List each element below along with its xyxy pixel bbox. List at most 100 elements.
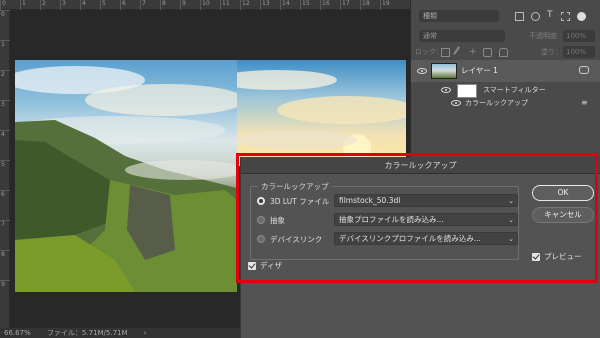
radio-abstract[interactable] bbox=[257, 216, 265, 224]
group-title: カラールックアップ bbox=[258, 181, 332, 192]
ruler-tick: 1 bbox=[0, 40, 10, 48]
visibility-eye-icon[interactable] bbox=[417, 68, 427, 74]
cancel-button[interactable]: キャンセル bbox=[532, 207, 594, 223]
ruler-tick: 3 bbox=[60, 0, 66, 10]
sky-illustration bbox=[237, 70, 406, 162]
filter-name[interactable]: カラールックアップ bbox=[465, 98, 528, 108]
device-link-select[interactable]: デバイスリンクプロファイルを読み込み... ⌄ bbox=[334, 232, 518, 245]
checkbox-checked-icon[interactable] bbox=[248, 262, 256, 270]
ruler-tick: 5 bbox=[0, 160, 10, 168]
dither-checkbox[interactable]: ディザ bbox=[248, 261, 282, 271]
filter-mask-thumbnail bbox=[457, 84, 477, 98]
option-device-link[interactable]: デバイスリンク bbox=[257, 232, 322, 246]
ruler-tick: 11 bbox=[220, 0, 230, 10]
filter-eye-icon[interactable] bbox=[451, 100, 461, 106]
zoom-level[interactable]: 66.67% bbox=[4, 329, 31, 337]
ruler-tick: 15 bbox=[300, 0, 310, 10]
lock-paint-icon[interactable] bbox=[453, 46, 466, 59]
ruler-tick: 12 bbox=[240, 0, 250, 10]
ruler-tick: 19 bbox=[380, 0, 390, 10]
lock-artboard-icon[interactable] bbox=[483, 48, 492, 57]
select-value: デバイスリンクプロファイルを読み込み... bbox=[339, 234, 481, 243]
ruler-tick: 6 bbox=[120, 0, 126, 10]
checkbox-checked-icon[interactable] bbox=[532, 253, 540, 261]
ruler-tick: 14 bbox=[280, 0, 290, 10]
select-value: 抽象プロファイルを読み込み... bbox=[339, 215, 444, 224]
status-bar: 66.67% ファイル：5.71M/5.71M › bbox=[0, 328, 240, 338]
option-3dlut[interactable]: 3D LUT ファイル bbox=[257, 194, 329, 208]
ruler-tick: 16 bbox=[320, 0, 330, 10]
filter-options-icon[interactable]: ≡ bbox=[581, 98, 588, 107]
chevron-down-icon: ⌄ bbox=[508, 216, 514, 224]
landscape-illustration bbox=[15, 66, 237, 292]
layer-name[interactable]: レイヤー 1 bbox=[461, 65, 498, 76]
file-size: ファイル：5.71M/5.71M bbox=[46, 329, 128, 337]
fill-field[interactable]: 100% bbox=[563, 46, 595, 58]
color-lookup-dialog: カラールックアップ カラールックアップ 3D LUT ファイル filmstoc… bbox=[240, 157, 600, 338]
filter-row[interactable]: カラールックアップ ≡ bbox=[411, 98, 600, 110]
chevron-down-icon: ⌄ bbox=[508, 235, 514, 243]
ruler-tick: 1 bbox=[20, 0, 26, 10]
ruler-tick: 7 bbox=[140, 0, 146, 10]
ruler-tick: 3 bbox=[0, 100, 10, 108]
option-abstract[interactable]: 抽象 bbox=[257, 213, 285, 227]
adjustment-filter-icon[interactable] bbox=[531, 12, 540, 21]
layer-thumbnail bbox=[431, 63, 457, 79]
select-value: filmstock_50.3dl bbox=[339, 196, 401, 205]
preview-checkbox[interactable]: プレビュー bbox=[532, 252, 582, 262]
top-ruler: 0 1 2 3 4 5 6 7 8 9 10 11 12 13 14 15 16… bbox=[0, 0, 410, 10]
ruler-tick: 6 bbox=[0, 190, 10, 198]
ruler-tick: 9 bbox=[0, 280, 10, 288]
ruler-tick: 18 bbox=[360, 0, 370, 10]
photo-sky-region bbox=[237, 60, 406, 166]
option-label: 3D LUT ファイル bbox=[270, 196, 330, 206]
blend-mode-select[interactable]: 通常 bbox=[419, 30, 505, 42]
ruler-tick: 2 bbox=[0, 70, 10, 78]
ruler-tick: 0 bbox=[0, 10, 10, 18]
opacity-field[interactable]: 100% bbox=[563, 30, 595, 42]
ruler-tick: 2 bbox=[40, 0, 46, 10]
lock-transparent-icon[interactable] bbox=[441, 48, 450, 57]
left-ruler: 0 1 2 3 4 5 6 7 8 9 bbox=[0, 10, 10, 328]
smart-filter-row[interactable]: スマートフィルター bbox=[411, 84, 600, 98]
ruler-tick: 10 bbox=[200, 0, 210, 10]
radio-device-link[interactable] bbox=[257, 235, 265, 243]
status-arrow[interactable]: › bbox=[144, 329, 147, 337]
layer-filter-kind[interactable]: 種類 bbox=[419, 10, 499, 22]
option-label: デバイスリンク bbox=[270, 234, 323, 244]
dither-label: ディザ bbox=[260, 261, 282, 270]
ok-button[interactable]: OK bbox=[532, 185, 594, 201]
preview-label: プレビュー bbox=[544, 252, 582, 261]
ruler-tick: 0 bbox=[0, 0, 6, 10]
layer-row[interactable]: レイヤー 1 bbox=[411, 60, 600, 82]
text-filter-icon[interactable]: T bbox=[547, 11, 556, 20]
smart-object-icon bbox=[579, 66, 589, 74]
lock-position-icon[interactable]: + bbox=[469, 48, 478, 57]
smart-filter-label: スマートフィルター bbox=[483, 86, 546, 94]
smart-filter-eye-icon[interactable] bbox=[441, 87, 451, 93]
ruler-tick: 4 bbox=[0, 130, 10, 138]
radio-3dlut[interactable] bbox=[257, 197, 265, 205]
landscape-photo bbox=[15, 60, 237, 292]
lock-label: ロック： bbox=[415, 48, 443, 56]
shape-filter-icon[interactable] bbox=[561, 12, 570, 21]
ruler-tick: 8 bbox=[0, 250, 10, 258]
ruler-tick: 7 bbox=[0, 220, 10, 228]
ruler-tick: 4 bbox=[80, 0, 86, 10]
opacity-label: 不透明度 bbox=[529, 32, 557, 40]
ruler-tick: 5 bbox=[100, 0, 106, 10]
filter-toggle-icon[interactable] bbox=[577, 12, 586, 21]
lookup-group: カラールックアップ 3D LUT ファイル filmstock_50.3dl ⌄… bbox=[250, 181, 519, 260]
lut-file-select[interactable]: filmstock_50.3dl ⌄ bbox=[334, 194, 518, 207]
ruler-tick: 17 bbox=[340, 0, 350, 10]
ruler-tick: 8 bbox=[160, 0, 166, 10]
fill-label: 塗り： bbox=[541, 48, 562, 56]
image-filter-icon[interactable] bbox=[515, 12, 524, 21]
dialog-title: カラールックアップ bbox=[241, 157, 600, 174]
option-label: 抽象 bbox=[270, 215, 285, 225]
lock-all-icon[interactable] bbox=[499, 48, 508, 57]
ruler-tick: 13 bbox=[260, 0, 270, 10]
chevron-down-icon: ⌄ bbox=[508, 197, 514, 205]
abstract-select[interactable]: 抽象プロファイルを読み込み... ⌄ bbox=[334, 213, 518, 226]
ruler-tick: 9 bbox=[180, 0, 186, 10]
